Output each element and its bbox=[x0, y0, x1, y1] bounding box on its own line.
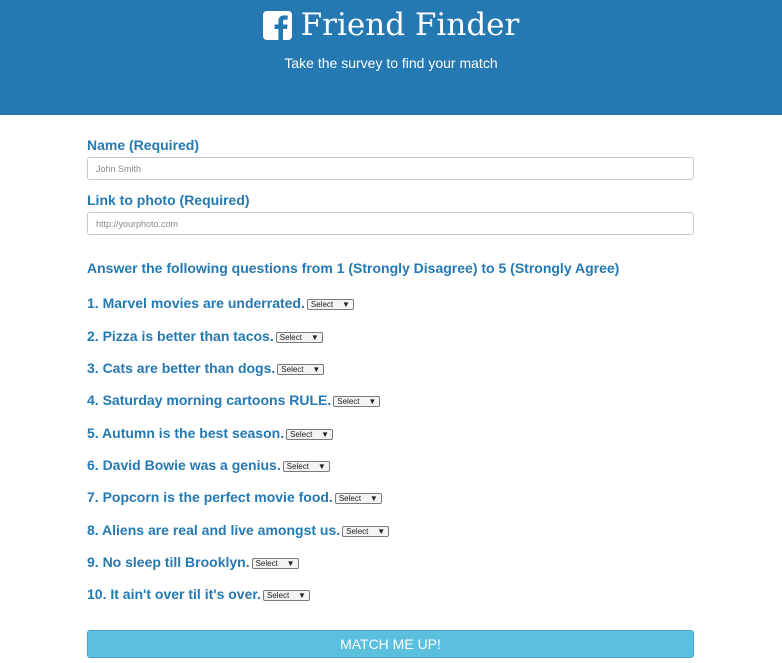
select-value: Select bbox=[310, 300, 334, 309]
question-item: 4. Saturday morning cartoons RULE. Selec… bbox=[87, 391, 381, 409]
select-value: Select bbox=[279, 333, 302, 342]
question-text: 2. Pizza is better than tacos. bbox=[87, 328, 274, 344]
select-value: Select bbox=[337, 397, 360, 406]
page-title: Friend Finder bbox=[300, 7, 520, 43]
question-text: 6. David Bowie was a genius. bbox=[87, 457, 281, 473]
answer-select[interactable]: Select ▼ bbox=[251, 558, 299, 569]
caret-down-icon: ▼ bbox=[341, 300, 350, 309]
caret-down-icon: ▼ bbox=[298, 591, 306, 600]
name-input[interactable] bbox=[87, 157, 694, 180]
instructions-text: Answer the following questions from 1 (S… bbox=[87, 260, 620, 276]
photo-label: Link to photo (Required) bbox=[87, 192, 250, 208]
question-item: 6. David Bowie was a genius. Select ▼ bbox=[87, 456, 330, 474]
question-text: 5. Autumn is the best season. bbox=[87, 425, 285, 441]
caret-down-icon: ▼ bbox=[312, 365, 321, 374]
match-me-up-button[interactable]: MATCH ME UP! bbox=[87, 630, 694, 658]
question-item: 1. Marvel movies are underrated. Select ▼ bbox=[87, 294, 354, 312]
brand: Friend Finder bbox=[0, 6, 782, 44]
question-item: 5. Autumn is the best season. Select ▼ bbox=[87, 424, 334, 442]
answer-select[interactable]: Select ▼ bbox=[342, 526, 390, 537]
select-value: Select bbox=[281, 365, 304, 374]
answer-select[interactable]: Select ▼ bbox=[277, 364, 325, 375]
select-value: Select bbox=[255, 559, 278, 568]
caret-down-icon: ▼ bbox=[368, 397, 377, 406]
select-value: Select bbox=[338, 494, 362, 503]
question-item: 9. No sleep till Brooklyn. Select ▼ bbox=[87, 553, 299, 571]
name-label: Name (Required) bbox=[87, 137, 200, 153]
header-subtitle: Take the survey to find your match bbox=[284, 55, 498, 71]
question-text: 8. Aliens are real and live amongst us. bbox=[87, 522, 341, 538]
question-item: 8. Aliens are real and live amongst us. … bbox=[87, 521, 390, 539]
caret-down-icon: ▼ bbox=[317, 462, 326, 471]
answer-select[interactable]: Select ▼ bbox=[275, 332, 323, 343]
answer-select[interactable]: Select ▼ bbox=[334, 493, 382, 504]
page-header: Friend Finder Take the survey to find yo… bbox=[0, 0, 782, 115]
question-item: 3. Cats are better than dogs. Select ▼ bbox=[87, 359, 325, 377]
question-text: 10. It ain't over til it's over. bbox=[87, 586, 261, 602]
caret-down-icon: ▼ bbox=[377, 527, 386, 536]
photo-link-input[interactable] bbox=[87, 212, 694, 235]
select-value: Select bbox=[286, 462, 309, 471]
answer-select[interactable]: Select ▼ bbox=[262, 590, 310, 601]
caret-down-icon: ▼ bbox=[310, 333, 319, 342]
question-text: 7. Popcorn is the perfect movie food. bbox=[87, 489, 333, 505]
select-value: Select bbox=[346, 527, 369, 536]
answer-select[interactable]: Select ▼ bbox=[333, 396, 381, 407]
answer-select[interactable]: Select ▼ bbox=[286, 429, 334, 440]
question-item: 10. It ain't over til it's over. Select ▼ bbox=[87, 585, 310, 603]
select-value: Select bbox=[266, 591, 290, 600]
caret-down-icon: ▼ bbox=[369, 494, 378, 503]
question-text: 9. No sleep till Brooklyn. bbox=[87, 554, 250, 570]
caret-down-icon: ▼ bbox=[321, 430, 330, 439]
select-value: Select bbox=[290, 430, 313, 439]
answer-select[interactable]: Select ▼ bbox=[306, 299, 354, 310]
question-text: 3. Cats are better than dogs. bbox=[87, 360, 276, 376]
question-item: 2. Pizza is better than tacos. Select ▼ bbox=[87, 327, 323, 345]
question-text: 1. Marvel movies are underrated. bbox=[87, 295, 305, 311]
answer-select[interactable]: Select ▼ bbox=[282, 461, 330, 472]
question-text: 4. Saturday morning cartoons RULE. bbox=[87, 392, 332, 408]
caret-down-icon: ▼ bbox=[286, 559, 295, 568]
facebook-icon bbox=[262, 10, 292, 40]
question-item: 7. Popcorn is the perfect movie food. Se… bbox=[87, 488, 382, 506]
